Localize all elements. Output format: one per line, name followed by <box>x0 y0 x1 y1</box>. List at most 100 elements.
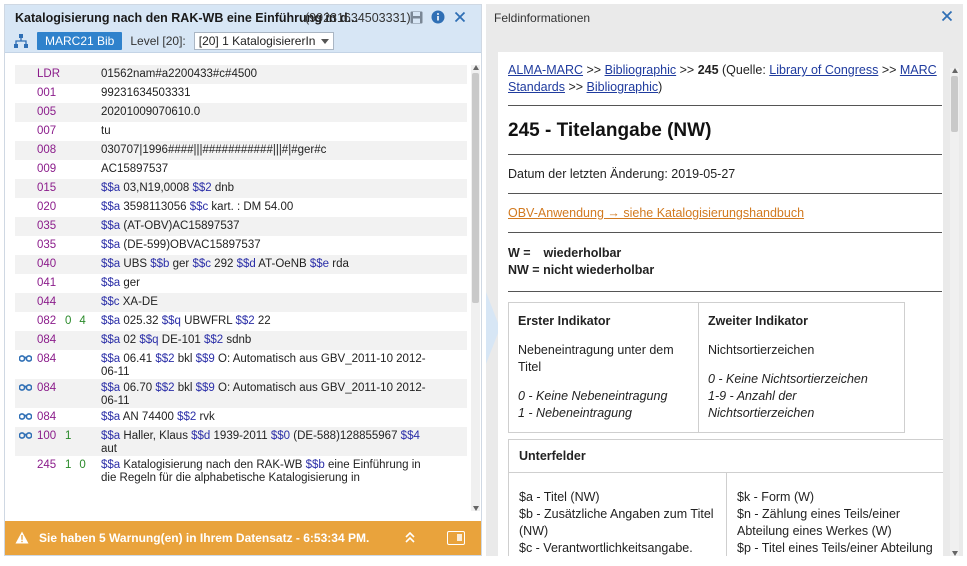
field-value: $$a 02 $$q DE-101 $$2 sdnb <box>101 334 467 347</box>
record-scrollbar[interactable] <box>471 65 480 511</box>
subfield-text: ger <box>120 277 141 289</box>
legend-nw: NW = nicht wiederholbar <box>508 263 655 277</box>
marc-field-row[interactable]: 100 1 $$a Haller, Klaus $$d 1939-2011 $$0 … <box>15 427 467 456</box>
field-info-header: Feldinformationen <box>486 4 963 34</box>
subfield-text: UBWFRL <box>180 315 236 327</box>
breadcrumb-sep: >> <box>878 63 900 77</box>
marc-field-row[interactable]: 084 $$a 06.70 $$2 bkl $$9 O: Automatisch … <box>15 379 467 408</box>
subfield-text: AN 74400 <box>120 411 178 423</box>
indicator-1: 0 <box>65 315 72 327</box>
subfield-code: $$2 <box>177 411 197 423</box>
scroll-thumb[interactable] <box>472 73 479 303</box>
marc-field-row[interactable]: 035 $$a (AT-OBV)AC15897537 <box>15 217 467 236</box>
subfield-text: aut <box>101 443 117 455</box>
expand-up-icon[interactable] <box>405 531 415 546</box>
scroll-thumb[interactable] <box>951 76 958 132</box>
breadcrumb-bibliographic-2[interactable]: Bibliographic <box>587 80 659 94</box>
field-tag: 084 <box>37 411 57 423</box>
field-tag: 040 <box>37 258 57 270</box>
field-indicators: 1 <box>65 430 101 443</box>
marc-field-row[interactable]: 245 1 0 $$a Katalogisierung nach den RAK-WB… <box>15 456 467 485</box>
binoculars-icon[interactable] <box>15 382 35 391</box>
divider <box>508 154 942 155</box>
field-info-scrollbar[interactable] <box>950 68 959 556</box>
subfield-code: $$a <box>101 459 121 471</box>
field-tag: 009 <box>37 163 57 175</box>
marc-field-row[interactable]: 015 $$a 03,N19,0008 $$2 dnb <box>15 179 467 198</box>
close-icon[interactable] <box>453 10 467 24</box>
binoculars-icon[interactable] <box>15 353 35 362</box>
marc-field-row[interactable]: 041 $$a ger <box>15 274 467 293</box>
binoculars-icon[interactable] <box>15 430 35 439</box>
subfield-code: $$b <box>150 258 170 270</box>
subfield-text: ger <box>169 258 193 270</box>
close-icon[interactable] <box>941 10 953 25</box>
toggle-panel-icon[interactable] <box>447 531 465 545</box>
subfield-text: 03,N19,0008 <box>120 182 193 194</box>
scroll-up-icon[interactable] <box>952 68 958 73</box>
field-value: AC15897537 <box>101 163 467 176</box>
breadcrumb-bibliographic[interactable]: Bibliographic <box>605 63 677 77</box>
subfield-text: 025.32 <box>120 315 162 327</box>
marc-field-row[interactable]: 035 $$a (DE-599)OBVAC15897537 <box>15 236 467 255</box>
marc-field-row[interactable]: 084 $$a 02 $$q DE-101 $$2 sdnb <box>15 331 467 350</box>
hierarchy-icon[interactable] <box>13 33 29 49</box>
marc-field-row[interactable]: 040 $$a UBS $$b ger $$c 292 $$d AT-OeNB $… <box>15 255 467 274</box>
marc-field-row[interactable]: 001 99231634503331 <box>15 84 467 103</box>
warning-text: Sie haben 5 Warnung(en) in Ihrem Datensa… <box>39 531 370 545</box>
scroll-up-icon[interactable] <box>473 65 479 70</box>
subfield-text: tu <box>101 125 111 137</box>
field-value: 20201009070610.0 <box>101 106 467 119</box>
subfields-box: Unterfelder $a - Titel (NW) $b - Zusätzl… <box>508 439 943 556</box>
subfield-code: $$q <box>161 315 181 327</box>
subfield-code: $$c <box>189 201 209 213</box>
divider <box>508 232 942 233</box>
marc-field-row[interactable]: 084 $$a AN 74400 $$2 rvk <box>15 408 467 427</box>
scroll-down-icon[interactable] <box>473 506 479 511</box>
subfields-columns: $a - Titel (NW) $b - Zusätzliche Angaben… <box>509 473 943 556</box>
subfield-text: UBS <box>120 258 151 270</box>
field-indicators: 10 <box>65 459 101 472</box>
breadcrumb-loc[interactable]: Library of Congress <box>769 63 878 77</box>
field-tag: 041 <box>37 277 57 289</box>
level-selected-value: [20] 1 KatalogisiererIn <box>198 34 316 48</box>
marc-field-row[interactable]: 005 20201009070610.0 <box>15 103 467 122</box>
warning-bar[interactable]: Sie haben 5 Warnung(en) in Ihrem Datensa… <box>5 521 481 555</box>
field-info-pane: Feldinformationen ALMA-MARC >> Bibliogra… <box>486 4 963 556</box>
field-value: 99231634503331 <box>101 87 467 100</box>
subfield-text: 02 <box>120 334 140 346</box>
first-indicator-heading: Erster Indikator <box>518 314 611 328</box>
breadcrumb-alma-marc[interactable]: ALMA-MARC <box>508 63 583 77</box>
subfield-text: 030707|1996####|||###########|||#|#ger#c <box>101 144 327 156</box>
marc-field-row[interactable]: 008 030707|1996####|||###########|||#|#ge… <box>15 141 467 160</box>
obv-link[interactable]: OBV-Anwendung → siehe Katalogisierungsha… <box>508 206 943 220</box>
legend-w-key: W = <box>508 246 531 260</box>
save-icon[interactable] <box>409 10 423 24</box>
field-value: 01562nam#a2200433#c#4500 <box>101 68 467 81</box>
info-icon[interactable] <box>431 10 445 24</box>
marc-field-row[interactable]: 044 $$c XA-DE <box>15 293 467 312</box>
field-value: $$a (DE-599)OBVAC15897537 <box>101 239 467 252</box>
field-value: $$a 06.41 $$2 bkl $$9 O: Automatisch aus… <box>101 353 467 379</box>
field-tag: 100 <box>37 430 57 442</box>
chevron-down-icon <box>321 38 330 44</box>
legend-w-value: wiederholbar <box>543 246 622 260</box>
subfield-text: 01562nam#a2200433#c#4500 <box>101 68 258 80</box>
subfield-text: kart. : DM 54.00 <box>208 201 294 213</box>
field-tag: 035 <box>37 220 57 232</box>
binoculars-icon[interactable] <box>15 411 35 420</box>
marc-field-row[interactable]: 082 0 4 $$a 025.32 $$q UBWFRL $$2 22 <box>15 312 467 331</box>
subfield-code: $$d <box>191 430 211 442</box>
marc-field-row[interactable]: 084 $$a 06.41 $$2 bkl $$9 O: Automatisch … <box>15 350 467 379</box>
subfields-col-1: $a - Titel (NW) $b - Zusätzliche Angaben… <box>509 473 726 556</box>
marc-field-row[interactable]: 009 AC15897537 <box>15 160 467 179</box>
marc-field-row[interactable]: 020 $$a 3598113056 $$c kart. : DM 54.00 <box>15 198 467 217</box>
level-dropdown[interactable]: [20] 1 KatalogisiererIn <box>193 32 335 50</box>
marc-field-row[interactable]: LDR 01562nam#a2200433#c#4500 <box>15 65 467 84</box>
first-indicator-value: 1 - Nebeneintragung <box>518 406 632 420</box>
scroll-down-icon[interactable] <box>952 551 958 556</box>
marc-field-row[interactable]: 007 tu <box>15 122 467 141</box>
subfield-text: (DE-599)OBVAC15897537 <box>120 239 261 251</box>
subfields-heading: Unterfelder <box>509 440 943 473</box>
subfield-text: 06.41 <box>120 353 156 365</box>
